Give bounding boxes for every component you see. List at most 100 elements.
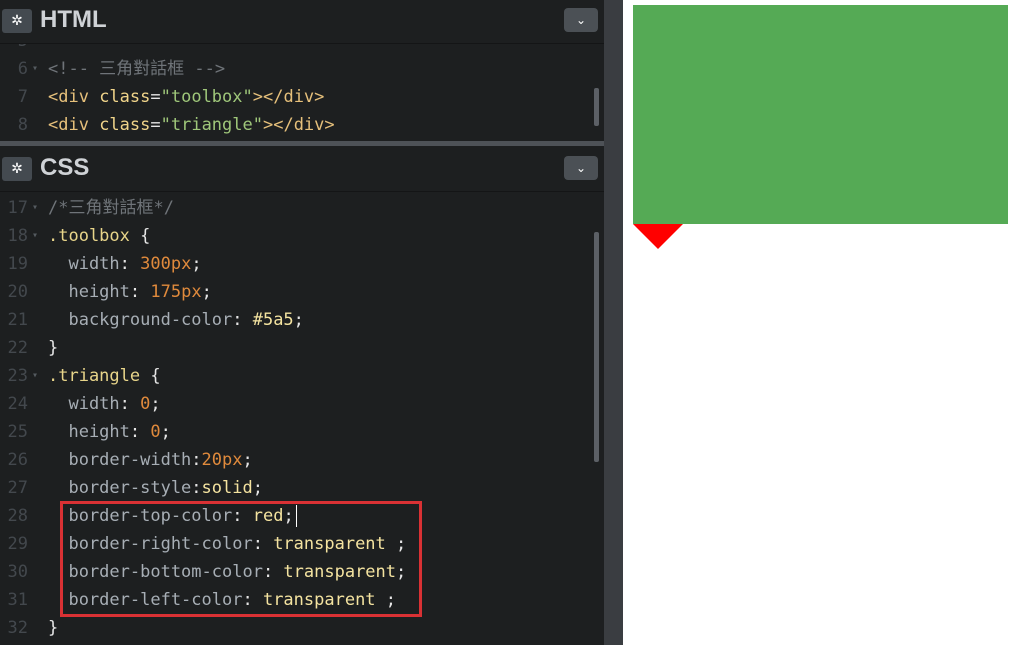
- code-token: =: [150, 87, 161, 107]
- line-number: 32: [7, 618, 28, 638]
- code-editor-column: ✲ HTML ⌄ 56▾<!-- 三角對話框 -->7<div class="t…: [0, 0, 604, 645]
- code-token: /*三角對話框*/: [48, 198, 174, 218]
- code-token: :: [232, 310, 253, 330]
- line-number: 8: [17, 115, 28, 135]
- code-token: <div: [48, 115, 100, 135]
- gear-icon[interactable]: ✲: [2, 157, 32, 181]
- line-number: 30: [7, 562, 28, 582]
- code-token: 0: [150, 422, 161, 442]
- code-text: background-color: #5a5;: [48, 306, 304, 334]
- code-token: height: [48, 422, 130, 442]
- line-number: 25: [7, 422, 28, 442]
- code-token: solid: [201, 478, 253, 498]
- fold-arrow-icon[interactable]: ▾: [32, 222, 38, 250]
- code-text: /*三角對話框*/: [48, 194, 174, 222]
- text-cursor: [296, 505, 297, 527]
- code-text: .triangle {: [48, 362, 161, 390]
- code-token: border-width: [48, 450, 192, 470]
- code-token: "toolbox": [160, 87, 253, 107]
- code-token: 20px: [201, 450, 243, 470]
- code-token: :: [119, 394, 141, 414]
- code-line[interactable]: 5: [0, 44, 600, 55]
- line-number: 20: [7, 282, 28, 302]
- code-token: class: [99, 115, 151, 135]
- code-line[interactable]: 25 height: 0;: [0, 418, 600, 446]
- line-number: 22: [7, 338, 28, 358]
- code-token: ;: [242, 450, 253, 470]
- chevron-down-icon[interactable]: ⌄: [564, 156, 598, 180]
- line-number: 31: [7, 590, 28, 610]
- html-panel-header: ✲ HTML ⌄: [0, 0, 604, 44]
- code-token: =: [150, 115, 161, 135]
- code-token: 175px: [150, 282, 202, 302]
- code-token: "triangle": [160, 115, 263, 135]
- code-line[interactable]: 26 border-width:20px;: [0, 446, 600, 474]
- code-token: ;: [191, 254, 202, 274]
- code-token: .toolbox: [48, 226, 130, 246]
- html-scrollbar[interactable]: [594, 88, 599, 126]
- code-text: border-style:solid;: [48, 474, 263, 502]
- html-panel-title: HTML: [40, 6, 107, 33]
- code-text: <!-- 三角對話框 -->: [48, 55, 225, 83]
- code-line[interactable]: 20 height: 175px;: [0, 278, 600, 306]
- code-token: :: [119, 254, 141, 274]
- code-line[interactable]: 18 ▾ .toolbox {: [0, 222, 600, 250]
- code-token: ;: [201, 282, 212, 302]
- code-text: height: 175px;: [48, 278, 212, 306]
- code-token: ;: [293, 310, 304, 330]
- triangle-shape: [633, 224, 683, 249]
- css-scrollbar[interactable]: [594, 232, 599, 462]
- code-line[interactable]: 19 width: 300px;: [0, 250, 600, 278]
- code-token: {: [129, 226, 151, 246]
- line-number: 21: [7, 310, 28, 330]
- code-token: #5a5: [252, 310, 294, 330]
- css-panel-header: ✲ CSS ⌄: [0, 148, 604, 192]
- chevron-down-icon[interactable]: ⌄: [564, 8, 598, 32]
- pane-splitter[interactable]: [604, 0, 623, 645]
- code-line[interactable]: 32}: [0, 614, 600, 642]
- code-text: border-width:20px;: [48, 446, 253, 474]
- line-number: 7: [17, 87, 28, 107]
- code-token: ></div>: [262, 115, 335, 135]
- line-number: 19: [7, 254, 28, 274]
- line-number: 6: [17, 59, 28, 79]
- code-token: :: [191, 450, 202, 470]
- code-token: :: [191, 478, 202, 498]
- code-token: border-style: [48, 478, 192, 498]
- code-text: }: [48, 334, 58, 362]
- line-number: 24: [7, 394, 28, 414]
- code-line[interactable]: 8 <div class="triangle"></div>: [0, 111, 600, 139]
- code-line[interactable]: 17 ▾ /*三角對話框*/: [0, 194, 600, 222]
- code-text: height: 0;: [48, 418, 171, 446]
- code-line[interactable]: 24 width: 0;: [0, 390, 600, 418]
- code-line[interactable]: 7 <div class="toolbox"></div>: [0, 83, 600, 111]
- fold-arrow-icon[interactable]: ▾: [32, 194, 38, 222]
- line-number: 29: [7, 534, 28, 554]
- code-text: width: 0;: [48, 390, 160, 418]
- fold-arrow-icon[interactable]: ▾: [32, 362, 38, 390]
- code-text: width: 300px;: [48, 250, 202, 278]
- line-number: 23: [7, 366, 28, 386]
- code-token: :: [129, 422, 151, 442]
- highlight-box: [60, 501, 422, 617]
- code-token: <div: [48, 87, 100, 107]
- code-line[interactable]: 6 ▾ <!-- 三角對話框 -->: [0, 55, 600, 83]
- toolbox-box: [633, 5, 1008, 224]
- code-token: .triangle: [48, 366, 141, 386]
- gear-icon[interactable]: ✲: [2, 9, 32, 33]
- code-text: }: [48, 614, 58, 642]
- html-code-area[interactable]: 56▾<!-- 三角對話框 -->7<div class="toolbox"><…: [0, 44, 604, 141]
- code-line[interactable]: 23 ▾ .triangle {: [0, 362, 600, 390]
- code-token: class: [99, 87, 151, 107]
- line-number: 17: [7, 198, 28, 218]
- code-line[interactable]: 27 border-style:solid;: [0, 474, 600, 502]
- code-line[interactable]: 21 background-color: #5a5;: [0, 306, 600, 334]
- code-line[interactable]: 22}: [0, 334, 600, 362]
- fold-arrow-icon[interactable]: ▾: [32, 55, 38, 83]
- code-token: ;: [160, 422, 171, 442]
- panel-resize-divider[interactable]: [0, 141, 604, 146]
- result-preview: [623, 0, 1020, 645]
- code-token: ;: [252, 478, 263, 498]
- line-number: 27: [7, 478, 28, 498]
- code-token: <!-- 三角對話框 -->: [48, 59, 226, 79]
